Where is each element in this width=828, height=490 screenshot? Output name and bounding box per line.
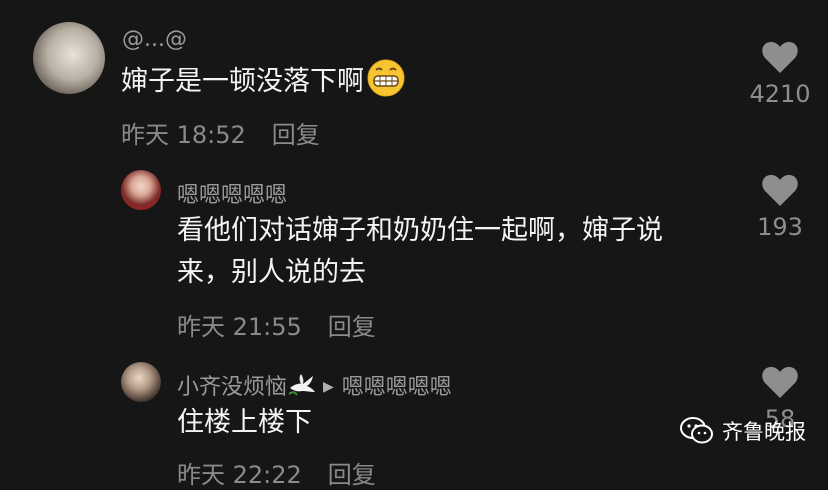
comment-meta: 昨天 22:22 回复 — [177, 455, 376, 490]
avatar[interactable] — [121, 170, 161, 210]
watermark-label: 齐鲁晚报 — [722, 420, 806, 444]
comment-meta: 昨天 21:55 回复 — [177, 307, 376, 342]
comment-meta: 昨天 18:52 回复 — [121, 115, 320, 150]
reply-button[interactable]: 回复 — [272, 121, 320, 149]
dove-icon — [287, 372, 317, 404]
comment-time: 昨天 22:22 — [177, 461, 302, 489]
like-count: 193 — [757, 213, 803, 241]
comment-time: 昨天 21:55 — [177, 313, 302, 341]
like-count: 4210 — [749, 80, 811, 108]
comment-time: 昨天 18:52 — [121, 121, 246, 149]
wechat-icon — [680, 417, 713, 444]
comment-text-content: 住楼上楼下 — [177, 407, 312, 438]
grinning-face-emoji — [366, 58, 406, 111]
heart-icon — [762, 366, 798, 398]
comment-text: 住楼上楼下 — [177, 402, 312, 444]
comment-text-content: 婶子是一顿没落下啊 — [121, 66, 364, 97]
watermark: 齐鲁晚报 — [680, 416, 806, 446]
comment-username[interactable]: 嗯嗯嗯嗯嗯 — [177, 177, 287, 209]
comment-text: 婶子是一顿没落下啊 — [121, 58, 406, 111]
comment-text: 看他们对话婶子和奶奶住一起啊，婶子说 来，别人说的去 — [177, 210, 737, 294]
heart-icon — [762, 174, 798, 206]
like-button[interactable]: 193 — [735, 173, 825, 241]
reply-to-username[interactable]: 嗯嗯嗯嗯嗯 — [342, 375, 452, 400]
avatar[interactable] — [33, 22, 105, 94]
avatar[interactable] — [121, 362, 161, 402]
heart-icon — [762, 41, 798, 73]
comment-text-line: 来，别人说的去 — [177, 257, 366, 288]
comment-text-line: 看他们对话婶子和奶奶住一起啊，婶子说 — [177, 215, 663, 246]
reply-button[interactable]: 回复 — [328, 461, 376, 489]
like-button[interactable]: 4210 — [735, 40, 825, 108]
reply-arrow-icon: ▶ — [323, 379, 334, 395]
reply-button[interactable]: 回复 — [328, 313, 376, 341]
comment-username: 小齐没烦恼 ▶ 嗯嗯嗯嗯嗯 — [177, 369, 452, 404]
comment-username[interactable]: @...@ — [122, 27, 187, 52]
comment-author[interactable]: 小齐没烦恼 — [177, 375, 287, 400]
